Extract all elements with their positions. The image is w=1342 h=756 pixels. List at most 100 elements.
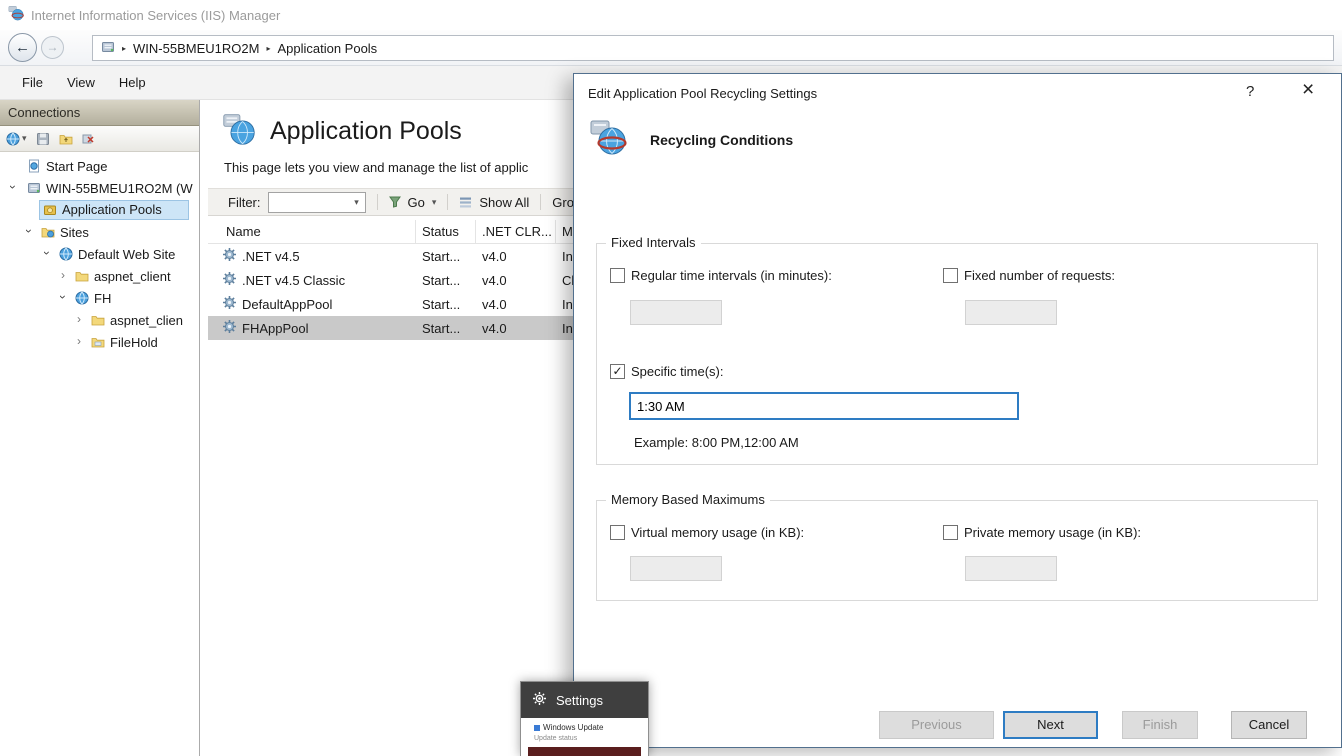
address-bar: ← → ▸ WIN-55BMEU1RO2M ▸ Application Pool… bbox=[0, 30, 1342, 66]
menu-help[interactable]: Help bbox=[107, 66, 158, 99]
group-by-button[interactable]: Gro bbox=[552, 195, 574, 210]
settings-popup-header[interactable]: Settings bbox=[521, 682, 648, 718]
tree-item-fh[interactable]: › FH bbox=[0, 287, 199, 309]
dialog-title: Edit Application Pool Recycling Settings bbox=[588, 86, 817, 101]
cancel-button[interactable]: Cancel bbox=[1231, 711, 1307, 739]
toolbar-divider bbox=[540, 194, 541, 210]
filter-input[interactable]: ▾ bbox=[268, 192, 366, 213]
chevron-expanded-icon[interactable]: › bbox=[8, 182, 18, 192]
tree-selection: Application Pools bbox=[40, 201, 188, 219]
column-header-clr[interactable]: .NET CLR... bbox=[476, 220, 556, 243]
fixed-requests-label: Fixed number of requests: bbox=[964, 268, 1115, 283]
settings-thumbnail-window[interactable]: Settings Windows Update Update status bbox=[520, 681, 649, 756]
iis-manager-window: Internet Information Services (IIS) Mana… bbox=[0, 0, 1342, 756]
cell-status: Start... bbox=[416, 249, 476, 264]
folder-icon bbox=[74, 270, 89, 282]
gear-icon bbox=[532, 691, 547, 709]
column-header-name[interactable]: Name bbox=[208, 220, 416, 243]
column-header-status[interactable]: Status bbox=[416, 220, 476, 243]
cell-name-text: FHAppPool bbox=[242, 321, 308, 336]
delete-connection-button[interactable] bbox=[82, 132, 95, 145]
specific-times-checkbox[interactable]: ✓ bbox=[610, 364, 625, 379]
tree-item-server[interactable]: › WIN-55BMEU1RO2M (W bbox=[0, 177, 199, 199]
tree-item-label: WIN-55BMEU1RO2M (W bbox=[46, 181, 193, 196]
menu-file[interactable]: File bbox=[10, 66, 55, 99]
fixed-requests-checkbox[interactable] bbox=[943, 268, 958, 283]
next-button[interactable]: Next bbox=[1003, 711, 1098, 739]
settings-preview-banner bbox=[528, 747, 641, 756]
connections-toolbar: ▾ bbox=[0, 126, 199, 152]
page-description: This page lets you view and manage the l… bbox=[224, 160, 528, 175]
dropdown-caret-icon: ▾ bbox=[22, 133, 27, 144]
breadcrumb-item-application-pools[interactable]: Application Pools bbox=[277, 41, 377, 56]
chevron-expanded-icon[interactable]: › bbox=[24, 226, 34, 236]
menu-view[interactable]: View bbox=[55, 66, 107, 99]
private-memory-input bbox=[965, 556, 1057, 581]
new-connection-button[interactable]: ▾ bbox=[6, 132, 27, 146]
tree-item-sites[interactable]: › Sites bbox=[0, 221, 199, 243]
chevron-expanded-icon[interactable]: › bbox=[58, 292, 68, 302]
specific-times-input[interactable] bbox=[630, 393, 1018, 419]
tree-item-label: aspnet_clien bbox=[110, 313, 183, 328]
chevron-collapsed-icon[interactable]: › bbox=[58, 270, 68, 280]
breadcrumb-item-server[interactable]: WIN-55BMEU1RO2M bbox=[133, 41, 259, 56]
back-button[interactable]: ← bbox=[8, 33, 37, 62]
group-legend: Fixed Intervals bbox=[606, 235, 701, 250]
tree-item-start-page[interactable]: Start Page bbox=[0, 155, 199, 177]
virtual-memory-input bbox=[630, 556, 722, 581]
tree-item-default-web-site[interactable]: › Default Web Site bbox=[0, 243, 199, 265]
website-globe-icon bbox=[74, 291, 89, 305]
cell-status: Start... bbox=[416, 273, 476, 288]
up-folder-button[interactable] bbox=[59, 133, 73, 145]
virtual-memory-checkbox[interactable] bbox=[610, 525, 625, 540]
connections-header: Connections bbox=[0, 100, 199, 126]
website-globe-icon bbox=[58, 247, 73, 261]
tree-item-label: Sites bbox=[60, 225, 89, 240]
help-button[interactable]: ? bbox=[1246, 83, 1254, 100]
cell-clr: v4.0 bbox=[476, 297, 556, 312]
settings-page-subtitle: Update status bbox=[534, 735, 577, 742]
close-icon[interactable]: × bbox=[1302, 78, 1314, 102]
regular-time-intervals-checkbox[interactable] bbox=[610, 268, 625, 283]
folder-icon bbox=[90, 336, 105, 348]
cell-clr: v4.0 bbox=[476, 273, 556, 288]
private-memory-label: Private memory usage (in KB): bbox=[964, 525, 1141, 540]
filter-label: Filter: bbox=[228, 195, 261, 210]
tree-item-aspnet-client[interactable]: › aspnet_client bbox=[0, 265, 199, 287]
app-pool-gear-icon bbox=[222, 295, 237, 313]
funnel-icon bbox=[389, 196, 401, 208]
show-all-button[interactable]: Show All bbox=[479, 195, 529, 210]
chevron-collapsed-icon[interactable]: › bbox=[74, 314, 84, 324]
fixed-requests-input bbox=[965, 300, 1057, 325]
tree-item-label: Start Page bbox=[46, 159, 107, 174]
cell-clr: v4.0 bbox=[476, 321, 556, 336]
connections-tree: Start Page › WIN-55BMEU1RO2M (W Applicat… bbox=[0, 152, 199, 353]
application-pools-icon bbox=[42, 203, 57, 217]
start-page-icon bbox=[26, 159, 41, 173]
iis-logo-icon bbox=[8, 5, 24, 26]
server-icon bbox=[101, 40, 115, 57]
breadcrumb-separator-icon: ▸ bbox=[122, 44, 126, 53]
save-connections-button[interactable] bbox=[36, 132, 50, 146]
virtual-memory-label: Virtual memory usage (in KB): bbox=[631, 525, 804, 540]
chevron-expanded-icon[interactable]: › bbox=[42, 248, 52, 258]
windows-update-icon bbox=[534, 725, 540, 731]
tree-item-label: Application Pools bbox=[62, 202, 162, 217]
go-button[interactable]: Go bbox=[408, 195, 425, 210]
dropdown-caret-icon[interactable]: ▾ bbox=[349, 193, 365, 212]
cell-name-text: .NET v4.5 bbox=[242, 249, 300, 264]
tree-item-application-pools[interactable]: Application Pools bbox=[0, 199, 199, 221]
forward-button[interactable]: → bbox=[41, 36, 64, 59]
private-memory-checkbox[interactable] bbox=[943, 525, 958, 540]
tree-item-label: Default Web Site bbox=[78, 247, 175, 262]
settings-popup-preview[interactable]: Windows Update Update status bbox=[521, 718, 648, 756]
cell-status: Start... bbox=[416, 297, 476, 312]
tree-item-filehold[interactable]: › FileHold bbox=[0, 331, 199, 353]
cell-name-text: .NET v4.5 Classic bbox=[242, 273, 345, 288]
tree-item-aspnet-client-2[interactable]: › aspnet_clien bbox=[0, 309, 199, 331]
dropdown-caret-icon[interactable]: ▾ bbox=[432, 197, 437, 208]
group-legend: Memory Based Maximums bbox=[606, 492, 770, 507]
titlebar: Internet Information Services (IIS) Mana… bbox=[0, 0, 1342, 30]
chevron-collapsed-icon[interactable]: › bbox=[74, 336, 84, 346]
breadcrumb[interactable]: ▸ WIN-55BMEU1RO2M ▸ Application Pools bbox=[92, 35, 1334, 61]
